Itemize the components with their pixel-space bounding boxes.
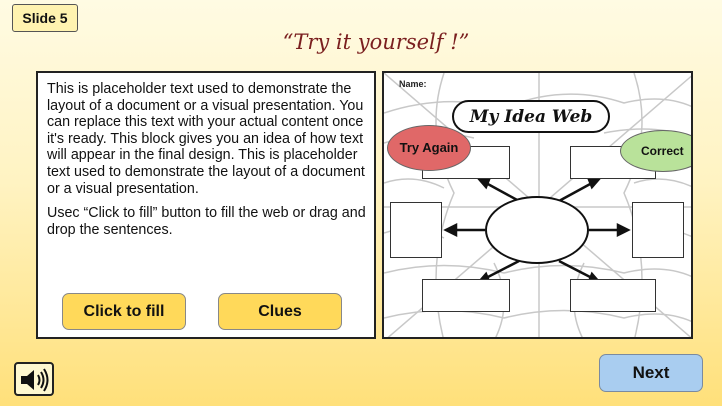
idea-box-bottom-left[interactable] <box>422 279 510 312</box>
instructions-paragraph: This is placeholder text used to demonst… <box>47 81 365 197</box>
name-label: Name: <box>399 79 427 89</box>
try-again-bubble[interactable]: Try Again <box>387 125 471 171</box>
instructions-usage: Usec “Click to fill” button to fill the … <box>47 205 366 238</box>
page-title: “Try it yourself !” <box>282 30 470 54</box>
clues-button[interactable]: Clues <box>218 293 342 330</box>
idea-box-left[interactable] <box>390 202 442 258</box>
idea-box-bottom-right[interactable] <box>570 279 656 312</box>
next-button[interactable]: Next <box>599 354 703 392</box>
idea-box-right[interactable] <box>632 202 684 258</box>
idea-web-worksheet: Name: My Idea Web Try Again Correct <box>382 71 693 339</box>
idea-web-title: My Idea Web <box>452 100 610 133</box>
speaker-icon <box>21 368 49 392</box>
audio-button[interactable] <box>14 362 54 396</box>
click-to-fill-button[interactable]: Click to fill <box>62 293 186 330</box>
slide-number-badge: Slide 5 <box>12 4 78 32</box>
central-idea-oval[interactable] <box>485 196 589 264</box>
